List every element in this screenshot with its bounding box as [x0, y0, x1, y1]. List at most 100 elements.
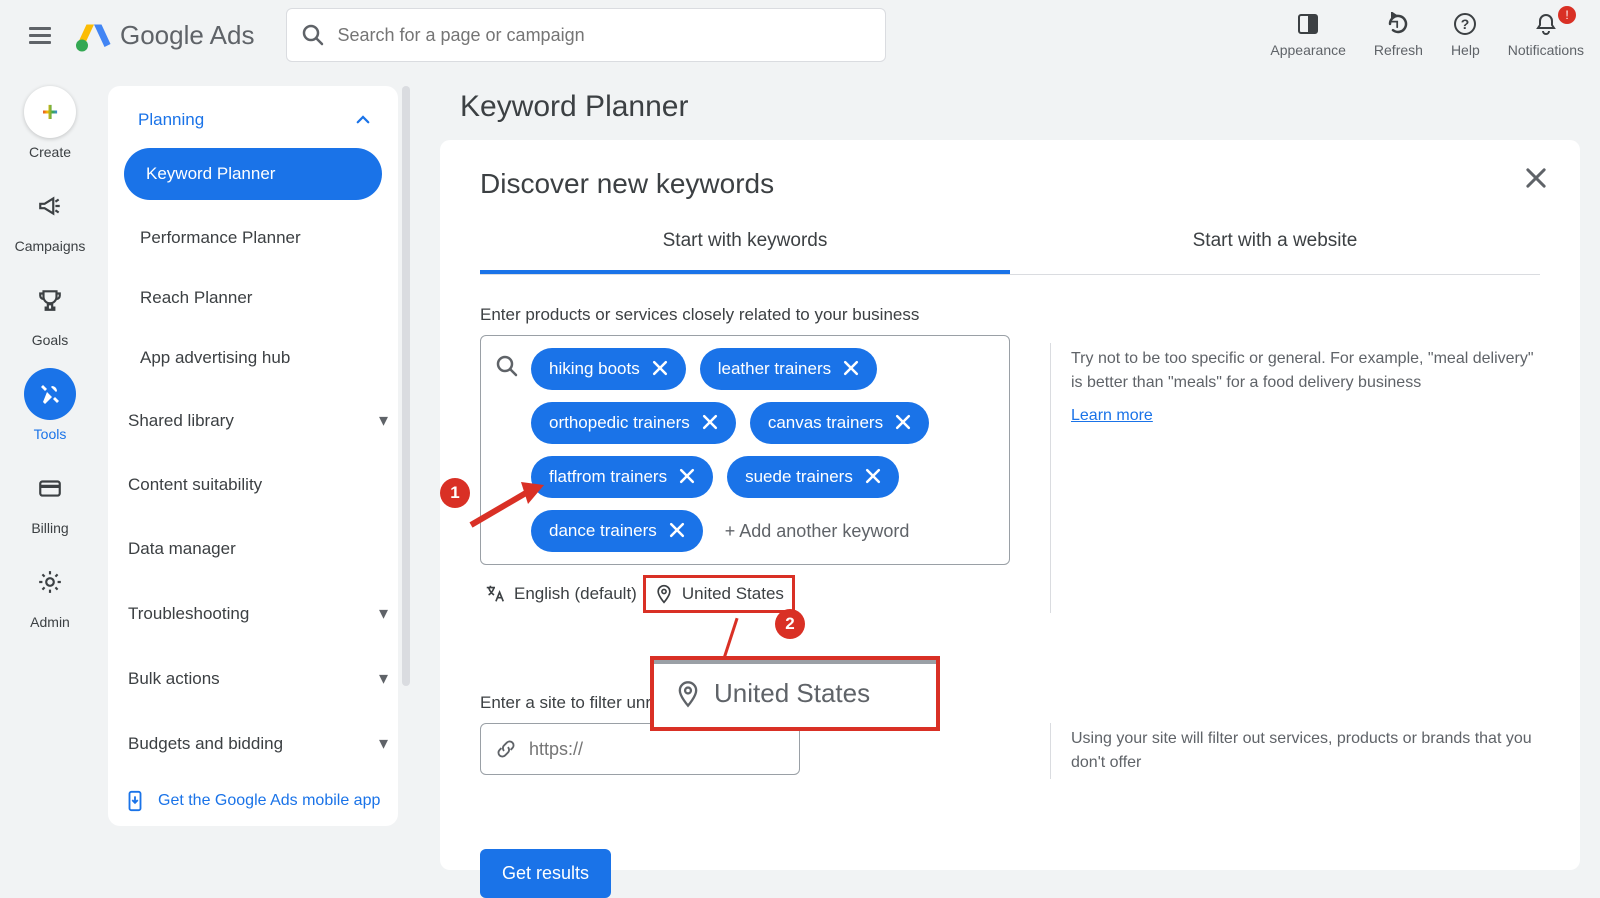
left-nav-rail: + Create Campaigns Goals Tools: [0, 72, 100, 852]
translate-icon: [484, 583, 506, 605]
product-logo[interactable]: Google Ads: [76, 17, 254, 53]
chip-remove-icon[interactable]: [863, 466, 885, 488]
keyword-chip-box[interactable]: hiking boots leather trainers orthopedic t…: [480, 335, 1010, 565]
side-row-shared-library[interactable]: Shared library ▾: [108, 388, 398, 453]
keyword-chip-label: suede trainers: [745, 467, 853, 487]
close-icon: [1522, 164, 1550, 192]
side-row-content-suitability[interactable]: Content suitability: [108, 453, 398, 517]
notification-alert-badge: !: [1558, 6, 1576, 24]
side-mobile-app-link[interactable]: Get the Google Ads mobile app: [108, 776, 398, 826]
annotation-arrow-icon: [466, 480, 546, 530]
side-item-performance-planner[interactable]: Performance Planner: [118, 208, 388, 268]
rail-admin[interactable]: Admin: [24, 556, 76, 630]
bell-icon: [1534, 12, 1558, 36]
rail-create[interactable]: + Create: [24, 86, 76, 160]
chevron-up-icon: [354, 111, 372, 129]
hamburger-icon: [29, 27, 51, 44]
add-keyword-button[interactable]: + Add another keyword: [717, 521, 910, 542]
side-row-troubleshooting[interactable]: Troubleshooting ▾: [108, 581, 398, 646]
keyword-chip-label: flatfrom trainers: [549, 467, 667, 487]
side-row-bulk-actions[interactable]: Bulk actions ▾: [108, 646, 398, 711]
chevron-down-icon: ▾: [379, 603, 388, 624]
mobile-download-icon: [124, 790, 146, 812]
site-input[interactable]: [529, 739, 785, 760]
hamburger-menu-button[interactable]: [16, 11, 64, 59]
header: Google Ads Appearance: [0, 0, 1600, 70]
side-item-keyword-planner[interactable]: Keyword Planner: [124, 148, 382, 200]
get-results-button[interactable]: Get results: [480, 849, 611, 898]
side-row-budgets-bidding[interactable]: Budgets and bidding ▾: [108, 711, 398, 776]
side-scrollbar[interactable]: [402, 86, 410, 686]
side-section-planning[interactable]: Planning: [118, 96, 388, 148]
global-search-input[interactable]: [337, 25, 871, 46]
language-selector[interactable]: English (default): [480, 577, 641, 611]
rail-campaigns[interactable]: Campaigns: [15, 180, 86, 254]
side-item-reach-planner[interactable]: Reach Planner: [118, 268, 388, 328]
chevron-down-icon: ▾: [379, 668, 388, 689]
keyword-card: Discover new keywords Start with keyword…: [440, 140, 1580, 870]
global-search[interactable]: [286, 8, 886, 62]
keyword-chip[interactable]: orthopedic trainers: [531, 402, 736, 444]
site-tip-block: Using your site will filter out services…: [1050, 723, 1540, 779]
search-icon: [301, 23, 325, 47]
keyword-chip[interactable]: dance trainers: [531, 510, 703, 552]
chip-remove-icon[interactable]: [700, 412, 722, 434]
page-title: Keyword Planner: [460, 90, 1560, 124]
side-row-data-manager[interactable]: Data manager: [108, 517, 398, 581]
annotation-popout: United States: [650, 656, 940, 731]
keyword-chip-label: orthopedic trainers: [549, 413, 690, 433]
chip-remove-icon[interactable]: [893, 412, 915, 434]
notifications-label: Notifications: [1508, 42, 1584, 58]
help-icon: ?: [1453, 12, 1477, 36]
location-pin-icon: [654, 584, 674, 604]
keyword-chip-label: leather trainers: [718, 359, 831, 379]
appearance-icon: [1296, 12, 1320, 36]
svg-text:?: ?: [1461, 16, 1470, 32]
tabs: Start with keywords Start with a website: [480, 216, 1540, 275]
tab-start-with-keywords[interactable]: Start with keywords: [480, 216, 1010, 274]
keyword-chip[interactable]: canvas trainers: [750, 402, 929, 444]
tip-block: Try not to be too specific or general. F…: [1050, 343, 1540, 613]
learn-more-link[interactable]: Learn more: [1071, 407, 1153, 425]
appearance-button[interactable]: Appearance: [1270, 12, 1346, 58]
link-icon: [495, 738, 517, 760]
side-panel: Planning Keyword Planner Performance Pla…: [108, 86, 398, 826]
help-label: Help: [1451, 42, 1480, 58]
chip-remove-icon[interactable]: [841, 358, 863, 380]
refresh-icon: [1386, 12, 1410, 36]
refresh-label: Refresh: [1374, 42, 1423, 58]
rail-tools[interactable]: Tools: [24, 368, 76, 442]
location-pin-icon: [674, 680, 702, 708]
keyword-chip[interactable]: leather trainers: [700, 348, 877, 390]
trophy-icon: [37, 287, 63, 313]
chip-remove-icon[interactable]: [677, 466, 699, 488]
tab-start-with-website[interactable]: Start with a website: [1010, 216, 1540, 274]
megaphone-icon: [37, 193, 63, 219]
refresh-button[interactable]: Refresh: [1374, 12, 1423, 58]
main-content: Keyword Planner Discover new keywords St…: [440, 80, 1580, 860]
tools-icon: [38, 382, 62, 406]
notifications-button[interactable]: ! Notifications: [1508, 12, 1584, 58]
enter-products-instruction: Enter products or services closely relat…: [480, 305, 1010, 325]
side-item-app-advertising-hub[interactable]: App advertising hub: [118, 328, 388, 388]
search-icon: [495, 354, 519, 378]
keyword-chip[interactable]: flatfrom trainers: [531, 456, 713, 498]
keyword-chip[interactable]: suede trainers: [727, 456, 899, 498]
plus-icon: +: [42, 96, 58, 128]
chevron-down-icon: ▾: [379, 410, 388, 431]
google-ads-logo-icon: [76, 17, 112, 53]
appearance-label: Appearance: [1270, 42, 1346, 58]
location-selector[interactable]: United States: [643, 575, 795, 613]
keyword-chip-label: canvas trainers: [768, 413, 883, 433]
keyword-chip[interactable]: hiking boots: [531, 348, 686, 390]
chip-remove-icon[interactable]: [650, 358, 672, 380]
close-button[interactable]: [1522, 164, 1552, 194]
rail-billing[interactable]: Billing: [24, 462, 76, 536]
help-button[interactable]: ? Help: [1451, 12, 1480, 58]
keyword-chip-label: dance trainers: [549, 521, 657, 541]
rail-goals[interactable]: Goals: [24, 274, 76, 348]
card-icon: [37, 475, 63, 501]
gear-icon: [37, 569, 63, 595]
chevron-down-icon: ▾: [379, 733, 388, 754]
chip-remove-icon[interactable]: [667, 520, 689, 542]
